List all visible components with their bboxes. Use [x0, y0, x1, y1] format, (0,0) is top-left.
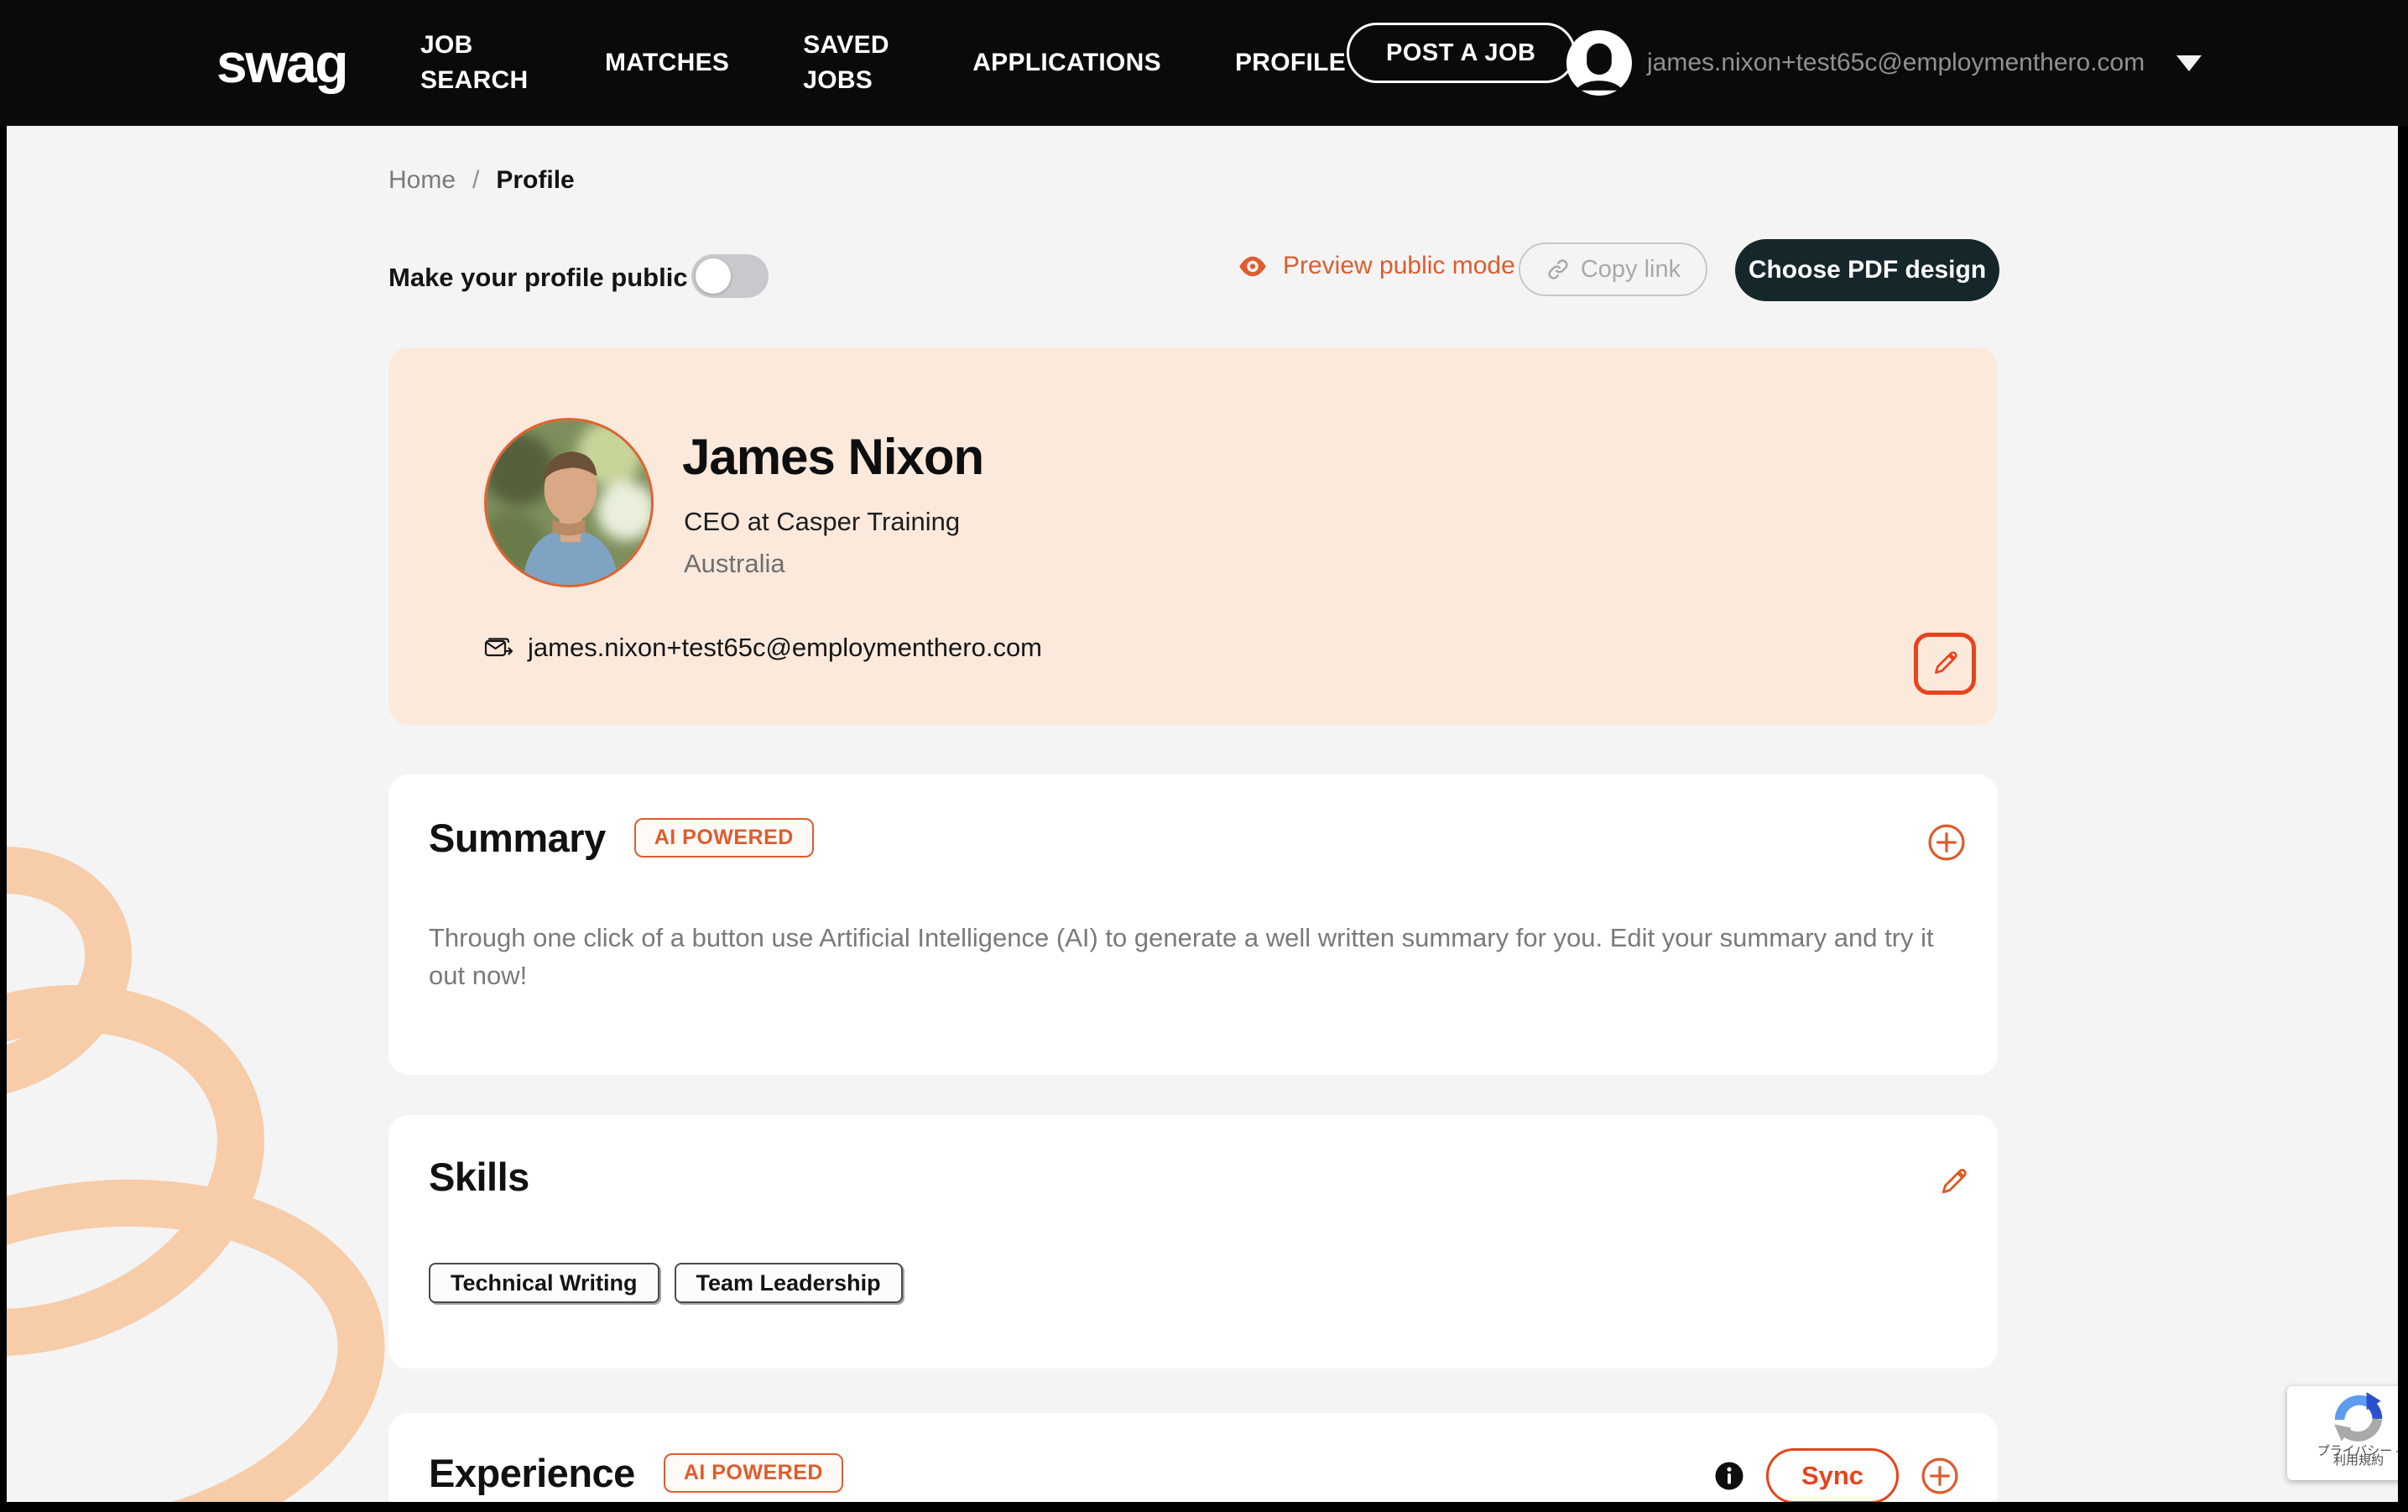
eye-icon [1238, 255, 1268, 278]
add-experience-button[interactable] [1921, 1457, 1959, 1495]
nav-item-applications[interactable]: APPLICATIONS [972, 45, 1161, 81]
profile-location: Australia [684, 549, 785, 579]
experience-heading: Experience [429, 1450, 635, 1496]
profile-name: James Nixon [682, 428, 983, 486]
summary-heading: Summary [429, 815, 606, 861]
profile-header-card: James Nixon CEO at Casper Training Austr… [388, 347, 1998, 725]
summary-placeholder-text: Through one click of a button use Artifi… [429, 919, 1939, 994]
make-profile-public-label: Make your profile public [388, 263, 688, 293]
decorative-swirl-graphic [7, 831, 426, 1502]
account-avatar-icon[interactable] [1566, 30, 1632, 96]
copy-link-button[interactable]: Copy link [1519, 242, 1707, 296]
skill-chips: Technical Writing Team Leadership [429, 1263, 903, 1303]
skills-card: Skills Technical Writing Team Leadership [388, 1115, 1998, 1369]
recaptcha-terms-link[interactable]: 利用規約 [2287, 1453, 2398, 1468]
nav-item-saved-jobs[interactable]: SAVED JOBS [803, 28, 899, 98]
skill-chip: Technical Writing [429, 1263, 659, 1303]
edit-skills-button[interactable] [1932, 1162, 1969, 1199]
recaptcha-logo-icon [2332, 1391, 2385, 1445]
breadcrumb-current-page: Profile [496, 166, 574, 195]
toggle-knob [696, 258, 731, 294]
breadcrumb: Home / Profile [388, 166, 575, 195]
breadcrumb-separator: / [472, 166, 479, 195]
profile-photo [484, 418, 654, 587]
recaptcha-badge: プライバシー - 利用規約 [2287, 1386, 2398, 1480]
ai-powered-badge: AI POWERED [664, 1453, 843, 1493]
info-icon[interactable] [1714, 1461, 1744, 1491]
skills-heading: Skills [429, 1154, 529, 1200]
top-navigation-bar: swag JOB SEARCH MATCHES SAVED JOBS APPLI… [0, 0, 2408, 126]
nav-item-job-search[interactable]: JOB SEARCH [420, 28, 531, 98]
ai-powered-badge: AI POWERED [634, 818, 814, 858]
experience-actions: Sync [1714, 1448, 1959, 1502]
preview-public-mode-label: Preview public mode [1283, 252, 1515, 280]
profile-email-text: james.nixon+test65c@employmenthero.com [528, 633, 1042, 663]
plus-circle-icon [1921, 1457, 1959, 1495]
post-a-job-button[interactable]: POST A JOB [1347, 23, 1576, 83]
pencil-icon [1931, 649, 1959, 678]
edit-profile-button[interactable] [1914, 633, 1976, 695]
account-email[interactable]: james.nixon+test65c@employmenthero.com [1647, 49, 2145, 77]
swag-logo[interactable]: swag [216, 31, 347, 95]
pencil-icon [1933, 1162, 1968, 1197]
link-icon [1545, 257, 1571, 282]
account-menu-caret-icon[interactable] [2176, 55, 2202, 71]
breadcrumb-home-link[interactable]: Home [388, 166, 456, 195]
nav-links: JOB SEARCH MATCHES SAVED JOBS APPLICATIO… [420, 0, 1346, 126]
preview-public-mode-link[interactable]: Preview public mode [1238, 252, 1515, 280]
sync-experience-button[interactable]: Sync [1766, 1448, 1899, 1502]
main-content: Home / Profile Make your profile public … [7, 126, 2398, 1502]
nav-item-matches[interactable]: MATCHES [605, 45, 729, 81]
nav-item-profile[interactable]: PROFILE [1235, 45, 1346, 81]
copy-link-label: Copy link [1581, 256, 1681, 284]
email-send-icon [484, 635, 514, 660]
add-summary-button[interactable] [1927, 823, 1966, 862]
make-profile-public-toggle[interactable] [691, 254, 769, 298]
skill-chip: Team Leadership [675, 1263, 903, 1303]
summary-card: Summary AI POWERED Through one click of … [388, 774, 1998, 1075]
plus-circle-icon [1927, 823, 1966, 862]
profile-email-row: james.nixon+test65c@employmenthero.com [484, 633, 1042, 663]
profile-job-title: CEO at Casper Training [684, 507, 960, 537]
experience-card: Experience AI POWERED Sync [388, 1413, 1998, 1502]
choose-pdf-design-button[interactable]: Choose PDF design [1735, 239, 1999, 301]
